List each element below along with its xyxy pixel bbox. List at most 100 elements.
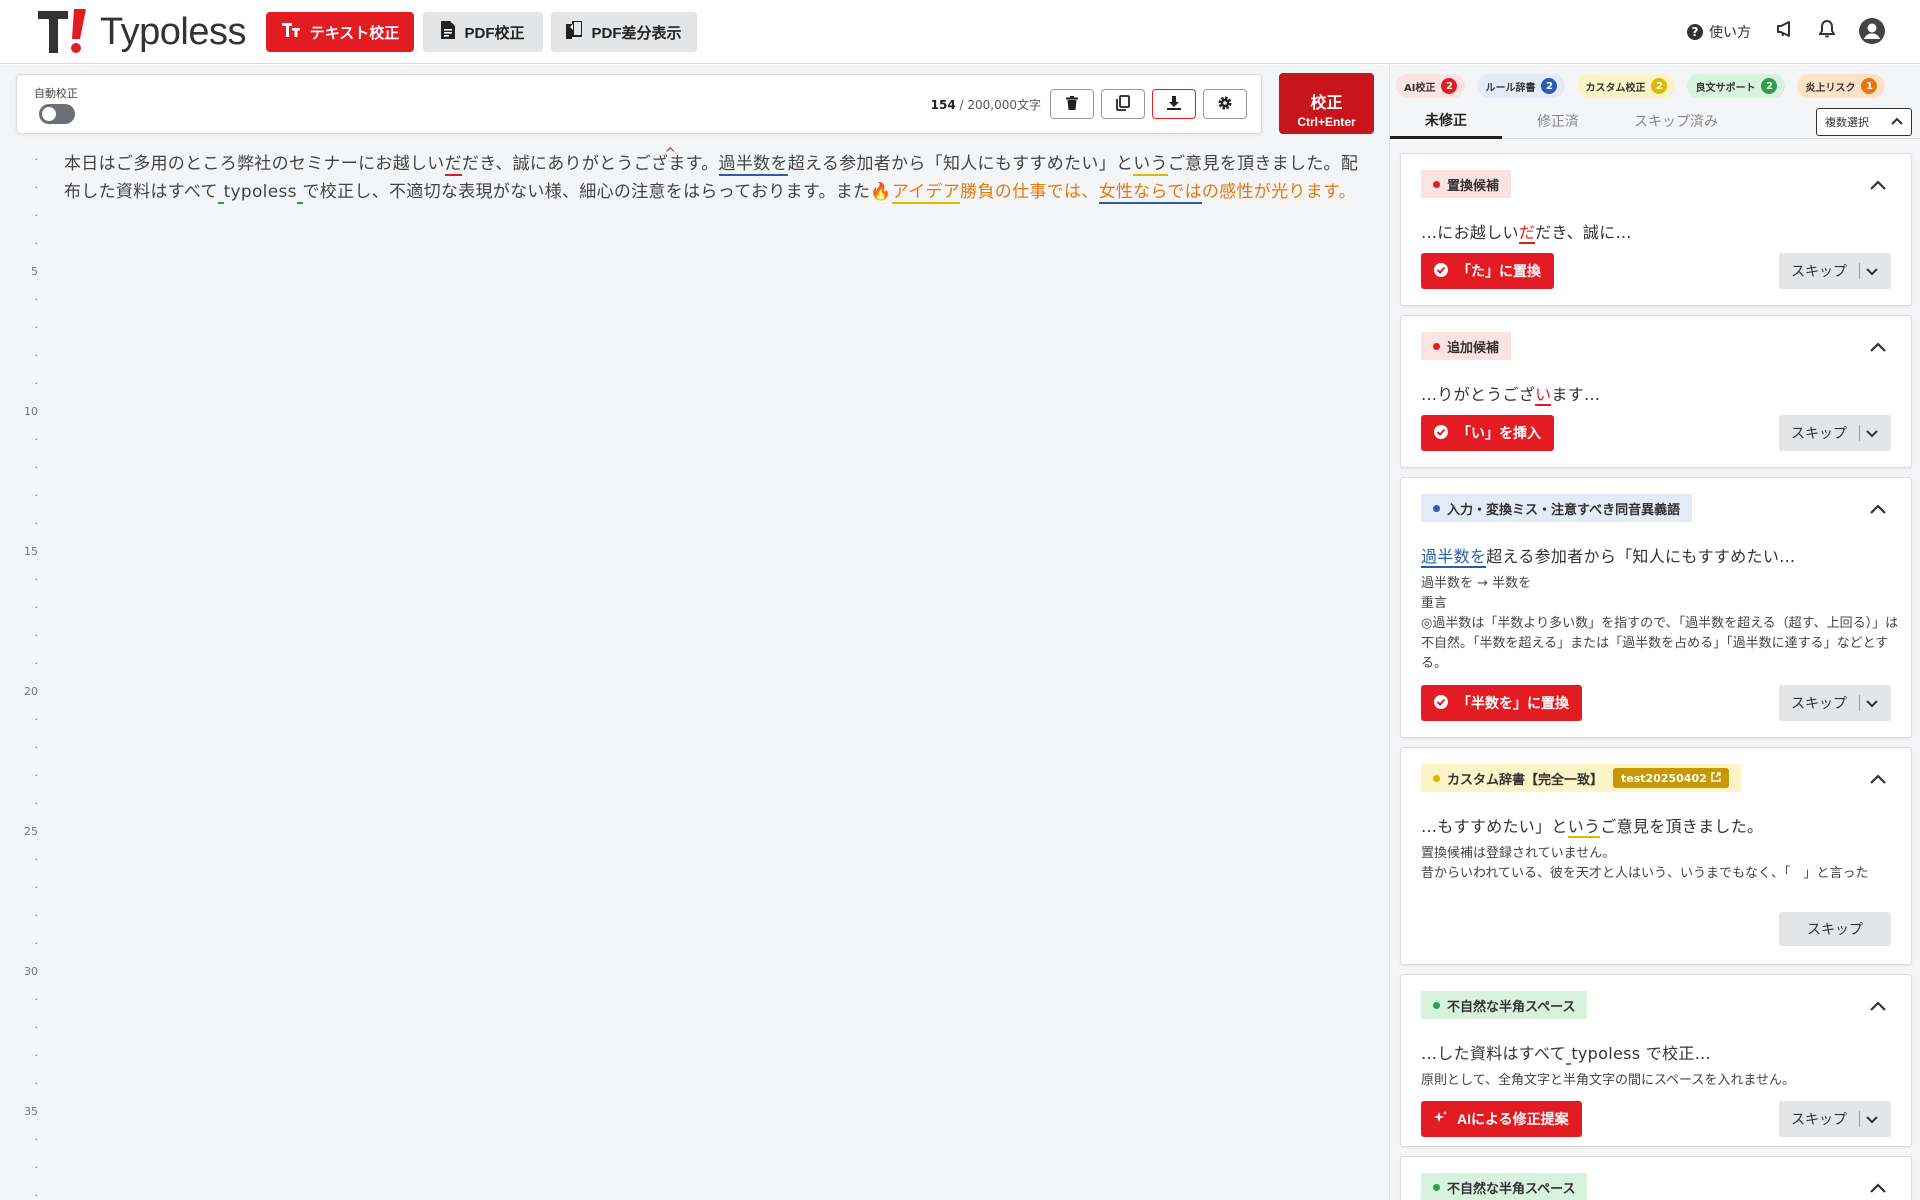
bell-icon[interactable] [1818, 19, 1836, 42]
ai-suggest-button[interactable]: AIによる修正提案 [1421, 1101, 1582, 1137]
clear-text-button[interactable] [1050, 89, 1094, 119]
suggestion-card: 置換候補 …にお越しいだだき、誠に… 「た」に置換 スキップ [1400, 153, 1912, 306]
line-dot: · [34, 489, 39, 502]
line-dot: · [34, 657, 39, 670]
text-format-icon [281, 22, 301, 42]
tab-skipped[interactable]: スキップ済み [1612, 103, 1740, 139]
sparkle-icon [1434, 1110, 1448, 1128]
filter-label: ルール辞書 [1485, 82, 1536, 94]
chevron-down-icon[interactable] [1865, 694, 1879, 715]
editor-textarea[interactable]: 本日はご多用のところ弊社のセミナーにお越しいだだき、誠にありがとうござます。過半… [64, 150, 1364, 206]
auto-check-label: 自動校正 [34, 87, 78, 100]
apply-fix-label: 「た」に置換 [1457, 263, 1541, 279]
filter-rule[interactable]: ルール辞書 2 [1477, 74, 1566, 98]
filter-count: 2 [1541, 78, 1558, 94]
skip-button[interactable]: スキップ [1779, 685, 1891, 721]
line-dot: · [34, 797, 39, 810]
filter-custom[interactable]: カスタム校正 2 [1577, 74, 1676, 98]
dictionary-tag[interactable]: test20250402 [1613, 768, 1729, 788]
filter-label: AI校正 [1404, 82, 1436, 94]
flagged-text[interactable]: だ [444, 154, 462, 176]
editor-text-run: だき、誠にありがとうござ [461, 154, 669, 174]
context-snippet: …にお越しいだだき、誠に… [1421, 219, 1632, 244]
auto-check-toggle[interactable] [39, 104, 75, 124]
line-dot: · [34, 769, 39, 782]
line-dot: · [34, 181, 39, 194]
line-number: 30 [24, 965, 38, 978]
editor-text-run: ます。 [668, 154, 718, 174]
apply-fix-button[interactable]: 「た」に置換 [1421, 253, 1554, 289]
skip-button[interactable]: スキップ [1779, 253, 1891, 289]
skip-button[interactable]: スキップ [1779, 415, 1891, 451]
line-dot: · [34, 433, 39, 446]
logo[interactable]: Typoless [38, 9, 246, 55]
context-snippet: …りがとうございます… [1421, 381, 1600, 406]
flagged-text[interactable]: 女性ならでは [1098, 182, 1202, 204]
suggestion-card: 追加候補 …りがとうございます… 「い」を挿入 スキップ [1400, 315, 1912, 468]
filter-style[interactable]: 良文サポート 2 [1687, 74, 1786, 98]
category-badge: カスタム辞書【完全一致】 test20250402 [1421, 764, 1741, 792]
category-filters: AI校正 2 ルール辞書 2 カスタム校正 2 良文サポート 2 炎上リスク 1 [1396, 74, 1886, 98]
user-avatar-icon[interactable] [1859, 18, 1885, 48]
nav-pdf-check-button[interactable]: PDF校正 [423, 12, 543, 52]
chevron-up-icon[interactable] [1869, 176, 1887, 195]
apply-fix-button[interactable]: 「半数を」に置換 [1421, 685, 1582, 721]
settings-button[interactable] [1203, 89, 1247, 119]
editor-text-run: の感性が光ります。 [1201, 182, 1356, 202]
line-dot: · [34, 629, 39, 642]
question-icon: ? [1687, 24, 1703, 40]
pdf-diff-icon [566, 20, 584, 43]
editor-text-run: typoless [223, 182, 297, 202]
chevron-up-icon[interactable] [1869, 1179, 1887, 1198]
nav-pdf-diff-button[interactable]: PDF差分表示 [551, 12, 697, 52]
context-post: typoless で校正… [1571, 1044, 1711, 1063]
results-panel: AI校正 2 ルール辞書 2 カスタム校正 2 良文サポート 2 炎上リスク 1 未修正 … [1389, 65, 1920, 1200]
badge-label: カスタム辞書【完全一致】 [1447, 772, 1604, 788]
tab-unfixed[interactable]: 未修正 [1390, 103, 1502, 139]
suggestion-card: カスタム辞書【完全一致】 test20250402 …もすすめたい」というご意見を… [1400, 747, 1912, 965]
megaphone-icon[interactable] [1776, 20, 1794, 42]
chevron-up-icon[interactable] [1869, 338, 1887, 357]
explanation: 置換候補は登録されていません。 昔からいわれている、彼を天才と人はいう、いうまで… [1421, 844, 1901, 884]
apply-fix-button[interactable]: 「い」を挿入 [1421, 415, 1554, 451]
line-number: 15 [24, 545, 38, 558]
line-number: 25 [24, 825, 38, 838]
badge-label: 入力・変換ミス・注意すべき同音異義語 [1447, 502, 1681, 518]
filter-risk[interactable]: 炎上リスク 1 [1797, 74, 1886, 98]
multi-select-button[interactable]: 複数選択 [1816, 108, 1912, 136]
chevron-down-icon[interactable] [1865, 1110, 1879, 1131]
line-dot: · [34, 1189, 39, 1200]
chevron-down-icon[interactable] [1865, 424, 1879, 445]
line-dot: · [34, 209, 39, 222]
skip-button[interactable]: スキップ [1779, 1101, 1891, 1137]
nav-label: PDF差分表示 [591, 24, 682, 42]
filter-ai[interactable]: AI校正 2 [1396, 74, 1466, 98]
flagged-text[interactable]: いう [1133, 154, 1168, 176]
external-link-icon [1711, 771, 1721, 785]
nav-text-check-button[interactable]: テキスト校正 [266, 12, 414, 52]
explanation-line: 置換候補は登録されていません。 [1421, 846, 1616, 861]
chevron-up-icon[interactable] [1869, 997, 1887, 1016]
flagged-text[interactable]: 過半数を [718, 154, 788, 176]
category-badge: 置換候補 [1421, 170, 1512, 198]
explanation-line: 重言 [1421, 596, 1448, 611]
category-badge: 追加候補 [1421, 332, 1512, 360]
editor-text-run: 超える参加者から「知人にもすすめたい」と [787, 154, 1134, 174]
copy-button[interactable] [1101, 89, 1145, 119]
help-link[interactable]: ? 使い方 [1687, 22, 1751, 42]
skip-button[interactable]: スキップ [1779, 912, 1891, 946]
tab-fixed[interactable]: 修正済 [1502, 103, 1614, 139]
run-check-button[interactable]: 校正 Ctrl+Enter [1279, 73, 1374, 134]
line-dot: · [34, 237, 39, 250]
chevron-up-icon[interactable] [1869, 770, 1887, 789]
line-dot: · [34, 881, 39, 894]
category-badge: 不自然な半角スペース [1421, 991, 1588, 1019]
badge-label: 追加候補 [1447, 340, 1500, 356]
context-snippet: …もすすめたい」というご意見を頂きました。 [1421, 813, 1764, 838]
context-post: ご意見を頂きました。 [1600, 817, 1764, 836]
skip-label: スキップ [1791, 1111, 1847, 1127]
download-button[interactable] [1152, 89, 1196, 119]
chevron-down-icon[interactable] [1865, 262, 1879, 283]
chevron-up-icon[interactable] [1869, 500, 1887, 519]
flagged-text[interactable]: アイデア [891, 182, 961, 204]
